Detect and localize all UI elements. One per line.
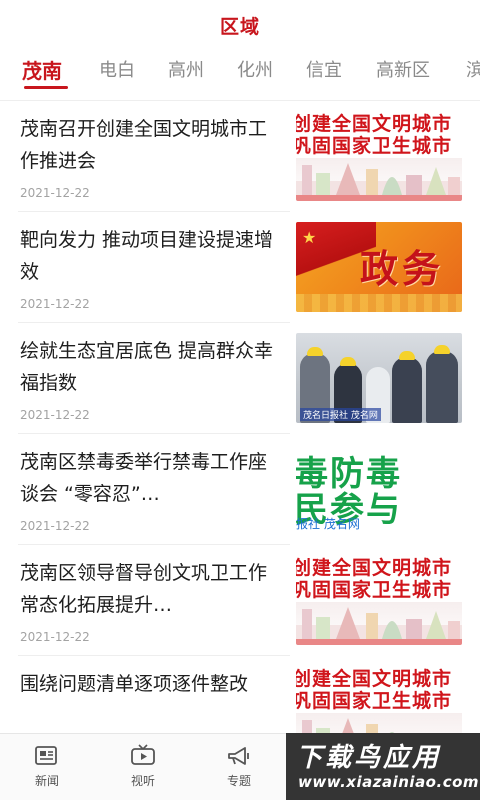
news-date: 2021-12-22	[20, 297, 90, 311]
banner-text-line1: 创建全国文明城市	[296, 668, 453, 690]
watermark: 下载鸟应用 www.xiazainiao.com	[286, 733, 480, 800]
top-bar: 区域	[0, 0, 480, 50]
person-figure	[392, 357, 422, 423]
news-title: 茂南区禁毒委举行禁毒工作座谈会 “零容忍”…	[20, 451, 268, 505]
tv-icon	[131, 744, 155, 765]
region-tabs: 茂南 电白 高州 化州 信宜 高新区 滨	[0, 50, 480, 94]
news-thumbnail: 创建全国文明城市 巩固国家卫生城市	[296, 555, 462, 645]
tab-xinyi[interactable]: 信宜	[306, 56, 342, 82]
nav-item-topics[interactable]: 专题	[204, 744, 274, 789]
nav-item-news[interactable]: 新闻	[12, 744, 82, 789]
news-date: 2021-12-22	[20, 186, 90, 200]
city-skyline-graphic	[296, 607, 462, 645]
news-item[interactable]: 茂南区领导督导创文巩卫工作 常态化拓展提升… 2021-12-22 创建全国文明…	[0, 545, 480, 656]
news-title: 围绕问题清单逐项逐件整改	[20, 673, 249, 695]
photo-caption: 茂名日报社 茂名网	[300, 408, 381, 421]
hardhat-graphic	[307, 347, 323, 356]
news-thumbnail: 创建全国文明城市 巩固国家卫生城市	[296, 666, 462, 733]
news-list[interactable]: 茂南召开创建全国文明城市工作推进会 2021-12-22 创建全国文明城市 巩固…	[0, 101, 480, 733]
city-skyline-graphic	[302, 718, 395, 733]
nav-label: 新闻	[34, 774, 59, 788]
tab-bin[interactable]: 滨	[466, 56, 480, 82]
banner-credit: 报社 茂名网	[296, 517, 360, 531]
city-skyline-graphic	[296, 163, 462, 201]
nav-item-video[interactable]: 视听	[108, 744, 178, 789]
tab-gaoxinqu[interactable]: 高新区	[376, 56, 430, 82]
news-item[interactable]: 围绕问题清单逐项逐件整改 创建全国文明城市 巩固国家卫生城市	[0, 656, 480, 733]
watermark-url: www.xiazainiao.com	[298, 773, 480, 791]
news-thumbnail: ★ 政务	[296, 222, 462, 312]
emblem-icon: ★	[302, 228, 317, 247]
news-title: 绘就生态宜居底色 提高群众幸福指数	[20, 340, 274, 394]
news-date: 2021-12-22	[20, 630, 90, 644]
hardhat-graphic	[340, 357, 356, 366]
banner-text-line2: 巩固国家卫生城市	[296, 579, 453, 601]
watermark-text: 下载鸟应用	[296, 743, 442, 773]
page-title: 区域	[219, 16, 260, 38]
news-thumbnail: 创建全国文明城市 巩固国家卫生城市	[296, 111, 462, 201]
news-item[interactable]: 茂南召开创建全国文明城市工作推进会 2021-12-22 创建全国文明城市 巩固…	[0, 101, 480, 212]
tab-dianbai[interactable]: 电白	[99, 56, 135, 82]
decorative-stripe	[296, 294, 462, 312]
news-title: 靶向发力 推动项目建设提速增效	[20, 229, 274, 283]
tab-gaozhou[interactable]: 高州	[168, 56, 204, 82]
news-item[interactable]: 靶向发力 推动项目建设提速增效 2021-12-22 ★ 政务	[0, 212, 480, 323]
news-thumbnail: 毒防毒 民参与 报社 茂名网	[296, 444, 462, 534]
nav-label: 专题	[226, 774, 251, 788]
tab-maonan[interactable]: 茂南	[22, 55, 62, 84]
banner-text-line2: 巩固国家卫生城市	[296, 135, 453, 157]
hardhat-graphic	[434, 345, 450, 354]
news-item[interactable]: 茂南区禁毒委举行禁毒工作座谈会 “零容忍”… 2021-12-22 毒防毒 民参…	[0, 434, 480, 545]
megaphone-icon	[228, 747, 249, 765]
news-thumbnail: 茂名日报社 茂名网	[296, 333, 462, 423]
banner-text-line1: 创建全国文明城市	[296, 557, 453, 579]
banner-text: 政务	[359, 247, 444, 291]
banner-text-line2: 巩固国家卫生城市	[296, 690, 453, 712]
person-figure	[426, 351, 458, 423]
tab-huazhou[interactable]: 化州	[237, 56, 273, 82]
news-item[interactable]: 绘就生态宜居底色 提高群众幸福指数 2021-12-22 茂名日报社 茂名网	[0, 323, 480, 434]
news-date: 2021-12-22	[20, 519, 90, 533]
news-date: 2021-12-22	[20, 408, 90, 422]
active-tab-indicator	[24, 86, 68, 89]
hardhat-graphic	[399, 351, 415, 360]
nav-label: 视听	[130, 774, 155, 788]
newspaper-icon	[35, 746, 57, 765]
banner-text-line1: 创建全国文明城市	[296, 113, 453, 135]
news-title: 茂南召开创建全国文明城市工作推进会	[20, 118, 268, 172]
news-title: 茂南区领导督导创文巩卫工作 常态化拓展提升…	[20, 562, 268, 616]
